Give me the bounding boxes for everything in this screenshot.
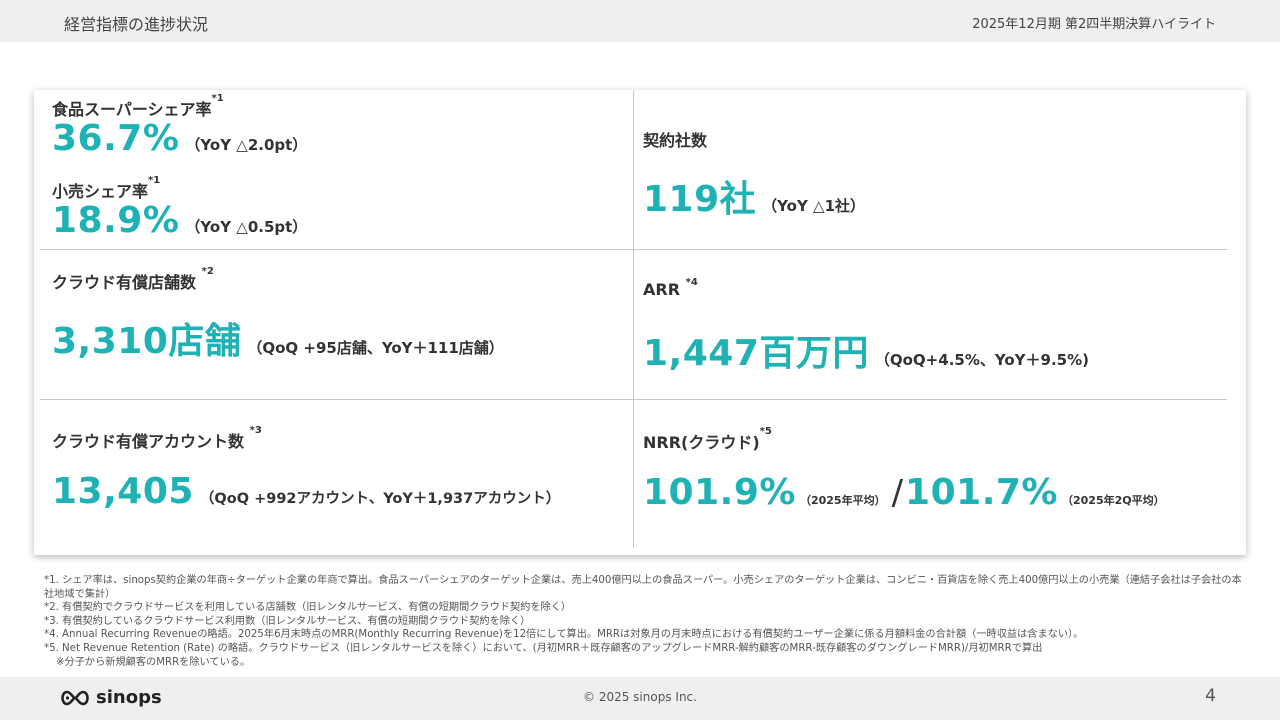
nrr-value: 101.9% （2025年平均）/101.7% （2025年2Q平均）: [643, 472, 1165, 513]
footnotes: *1. シェア率は、sinops契約企業の年商÷ターゲット企業の年商で算出。食品…: [44, 574, 1244, 669]
retail-share-value: 18.9% （YoY △0.5pt）: [52, 200, 308, 241]
food-share-label: 食品スーパーシェア率*1: [52, 93, 224, 119]
arr-cell: ARR *4 1,447百万円 （QoQ+4.5%、YoY＋9.5%): [634, 250, 1246, 399]
footnote-5-note: ※分子から新規顧客のMRRを除いている。: [56, 656, 251, 668]
stores-value: 3,310店舗 （QoQ +95店舗、YoY＋111店舗）: [52, 321, 504, 362]
footnote-1: *1. シェア率は、sinops契約企業の年商÷ターゲット企業の年商で算出。食品…: [44, 575, 1242, 600]
arr-label: ARR *4: [643, 277, 698, 299]
metrics-card: 食品スーパーシェア率*1 36.7% （YoY △2.0pt） 小売シェア率*1 …: [34, 90, 1246, 555]
accounts-value: 13,405 （QoQ +992アカウント、YoY＋1,937アカウント）: [52, 471, 561, 512]
accounts-cell: クラウド有償アカウント数 *3 13,405 （QoQ +992アカウント、YoY…: [34, 400, 633, 555]
retail-share-label: 小売シェア率*1: [52, 175, 161, 201]
page-title: 経営指標の進捗状況: [64, 15, 209, 34]
footnote-2: *2. 有償契約でクラウドサービスを利用している店舗数（旧レンタルサービス、有償…: [44, 602, 572, 614]
nrr-cell: NRR(クラウド)*5 101.9% （2025年平均）/101.7% （2025年…: [634, 400, 1246, 555]
nrr-label: NRR(クラウド)*5: [643, 426, 772, 452]
stores-cell: クラウド有償店舗数 *2 3,310店舗 （QoQ +95店舗、YoY＋111店舗…: [34, 250, 633, 399]
footnote-3: *3. 有償契約しているクラウドサービス利用数（旧レンタルサービス、有償の短期間…: [44, 615, 531, 627]
footnote-4: *4. Annual Recurring Revenueの略語。2025年6月末…: [44, 629, 1084, 641]
contracts-cell: 契約社数 119社 （YoY △1社）: [634, 90, 1246, 249]
arr-value: 1,447百万円 （QoQ+4.5%、YoY＋9.5%): [643, 333, 1089, 374]
page-number: 4: [1205, 686, 1216, 706]
contracts-label: 契約社数: [643, 131, 708, 150]
report-subtitle: 2025年12月期 第2四半期決算ハイライト: [972, 17, 1216, 32]
share-cell: 食品スーパーシェア率*1 36.7% （YoY △2.0pt） 小売シェア率*1 …: [34, 90, 633, 249]
contracts-value: 119社 （YoY △1社）: [643, 179, 866, 220]
copyright-text: © 2025 sinops Inc.: [583, 690, 697, 704]
stores-label: クラウド有償店舗数 *2: [52, 266, 214, 292]
food-share-value: 36.7% （YoY △2.0pt）: [52, 118, 308, 159]
header-bar: 経営指標の進捗状況 2025年12月期 第2四半期決算ハイライト: [0, 0, 1280, 42]
accounts-label: クラウド有償アカウント数 *3: [52, 425, 262, 451]
footer-bar: sinops © 2025 sinops Inc. 4: [0, 677, 1280, 720]
footnote-5: *5. Net Revenue Retention (Rate) の略語。クラウ…: [44, 642, 1043, 654]
